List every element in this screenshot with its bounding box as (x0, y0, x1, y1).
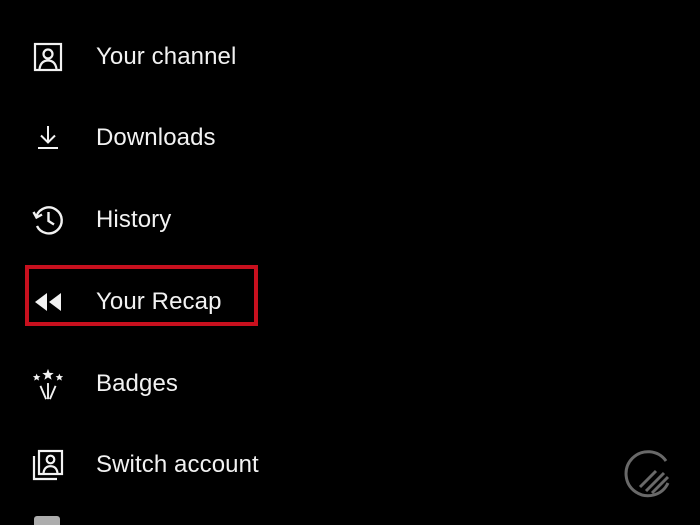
switch-account-icon (30, 447, 66, 483)
menu-item-history[interactable]: History (0, 179, 600, 261)
menu-item-downloads[interactable]: Downloads (0, 97, 600, 179)
menu-item-your-channel[interactable]: Your channel (0, 16, 600, 98)
partial-menu-icon (34, 516, 60, 525)
menu-item-label: Badges (96, 370, 178, 397)
menu-item-label: Your Recap (96, 288, 222, 315)
menu-item-label: Switch account (96, 451, 259, 478)
watermark-logo (620, 447, 676, 503)
badges-icon (30, 366, 66, 402)
menu-item-badges[interactable]: Badges (0, 343, 600, 425)
download-icon (30, 120, 66, 156)
menu-item-your-recap[interactable]: Your Recap (0, 261, 600, 343)
history-icon (30, 202, 66, 238)
rewind-icon (30, 284, 66, 320)
menu-item-label: History (96, 206, 172, 233)
menu-item-switch-account[interactable]: Switch account (0, 424, 600, 506)
account-menu: Your channel Downloads History Your Reca… (0, 0, 700, 525)
menu-item-label: Your channel (96, 43, 237, 70)
person-icon (30, 39, 66, 75)
menu-item-label: Downloads (96, 124, 216, 151)
